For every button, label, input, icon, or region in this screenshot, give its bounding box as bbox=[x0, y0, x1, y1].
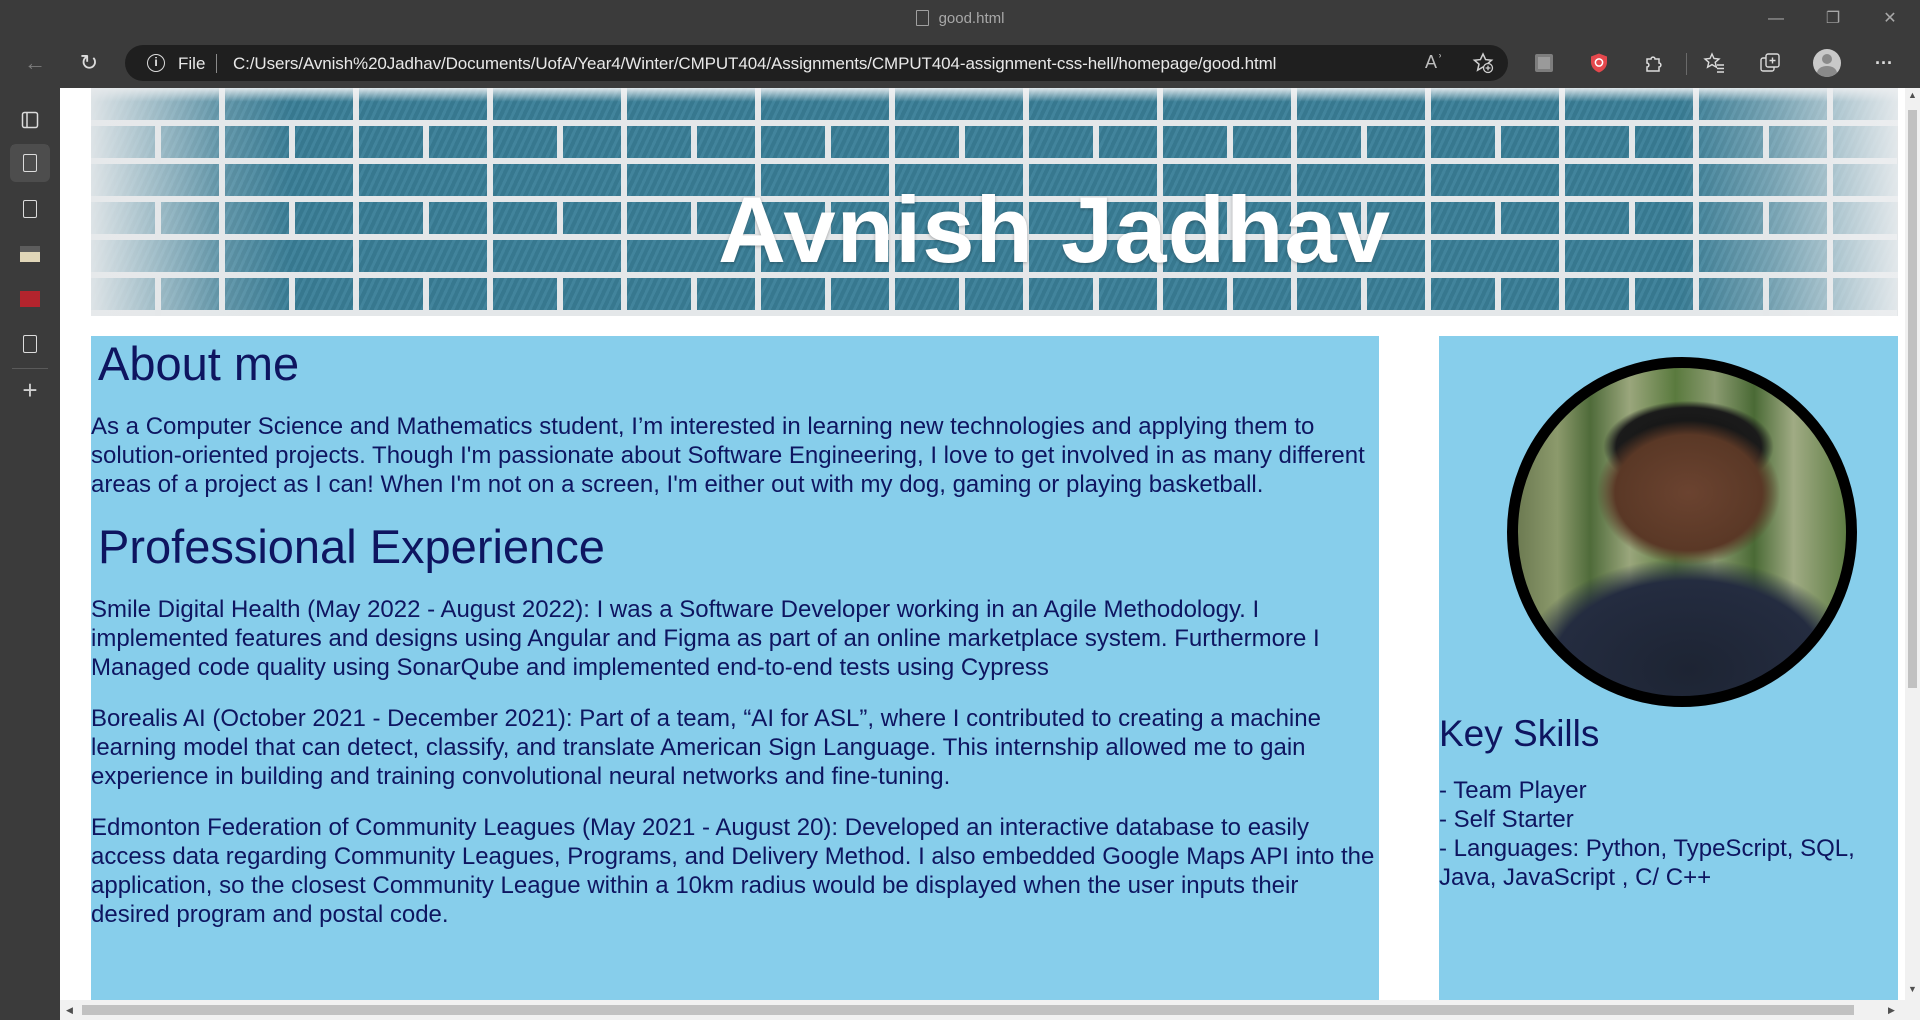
skill-item: - Languages: Python, TypeScript, SQL, Ja… bbox=[1439, 835, 1855, 891]
sidebar-tab[interactable] bbox=[10, 280, 50, 318]
profile-avatar-icon[interactable] bbox=[1813, 49, 1841, 77]
sidebar-tab[interactable] bbox=[10, 190, 50, 228]
app-tab-icon bbox=[20, 246, 40, 262]
page-viewport: Avnish Jadhav About me As a Computer Sci… bbox=[60, 88, 1905, 1000]
brick-texture bbox=[91, 126, 1898, 164]
restore-button[interactable]: ❐ bbox=[1805, 0, 1861, 38]
info-icon[interactable]: i bbox=[147, 54, 165, 72]
scroll-left-icon[interactable]: ◀ bbox=[66, 1005, 73, 1016]
plus-icon: + bbox=[22, 375, 38, 405]
sidebar-tab[interactable] bbox=[10, 325, 50, 363]
puzzle-extensions-icon[interactable] bbox=[1643, 52, 1665, 74]
page-title: Avnish Jadhav bbox=[718, 177, 1391, 282]
skill-item: - Self Starter bbox=[1439, 806, 1574, 833]
collections-icon[interactable] bbox=[1759, 52, 1781, 74]
experience-item: Edmonton Federation of Community Leagues… bbox=[91, 814, 1375, 928]
sidebar-divider bbox=[12, 368, 48, 369]
window-title: good.html bbox=[0, 10, 1920, 27]
experience-heading: Professional Experience bbox=[98, 520, 605, 573]
horizontal-scrollbar[interactable]: ◀ ▶ bbox=[60, 1000, 1920, 1020]
vertical-tabs-sidebar: + bbox=[0, 88, 60, 1020]
skill-item: - Team Player bbox=[1439, 777, 1587, 804]
skills-list: - Team Player - Self Starter - Languages… bbox=[1439, 776, 1898, 892]
brick-header: Avnish Jadhav bbox=[91, 88, 1898, 316]
scroll-down-icon[interactable]: ▼ bbox=[1908, 984, 1917, 994]
title-bar: good.html — ❐ ✕ bbox=[0, 0, 1920, 38]
sidebar-tab[interactable] bbox=[10, 235, 50, 273]
side-panel: Key Skills - Team Player - Self Starter … bbox=[1439, 336, 1898, 1000]
vertical-scroll-thumb[interactable] bbox=[1908, 110, 1917, 688]
app-tab-icon bbox=[20, 291, 40, 307]
experience-item: Borealis AI (October 2021 - December 202… bbox=[91, 705, 1321, 790]
address-bar[interactable]: i File C:/Users/Avnish%20Jadhav/Document… bbox=[125, 45, 1508, 81]
browser-toolbar: ← ↻ i File C:/Users/Avnish%20Jadhav/Docu… bbox=[0, 38, 1920, 88]
back-button[interactable]: ← bbox=[15, 44, 55, 82]
page-tab-icon bbox=[23, 154, 37, 172]
extension-box-icon[interactable] bbox=[1533, 52, 1555, 74]
file-icon bbox=[915, 10, 929, 26]
scheme-label: File bbox=[178, 54, 206, 73]
tab-actions-button[interactable] bbox=[10, 101, 50, 139]
close-button[interactable]: ✕ bbox=[1862, 0, 1918, 38]
shield-extension-icon[interactable] bbox=[1588, 52, 1610, 74]
skills-heading: Key Skills bbox=[1439, 713, 1600, 754]
about-heading: About me bbox=[98, 337, 300, 390]
vertical-scrollbar[interactable]: ▲ ▼ bbox=[1905, 88, 1920, 1000]
about-text: As a Computer Science and Mathematics st… bbox=[91, 413, 1365, 498]
tab-actions-icon bbox=[21, 111, 39, 129]
page-tab-icon bbox=[23, 335, 37, 353]
more-options-icon[interactable]: ··· bbox=[1864, 44, 1904, 82]
tab-title: good.html bbox=[938, 10, 1005, 27]
toolbar-divider bbox=[1686, 53, 1687, 75]
url-text[interactable]: C:/Users/Avnish%20Jadhav/Documents/UofA/… bbox=[233, 54, 1276, 74]
scroll-up-icon[interactable]: ▲ bbox=[1908, 90, 1917, 100]
horizontal-scroll-thumb[interactable] bbox=[82, 1005, 1854, 1015]
minimize-button[interactable]: — bbox=[1748, 0, 1804, 38]
scroll-right-icon[interactable]: ▶ bbox=[1888, 1005, 1895, 1016]
page-tab-icon bbox=[23, 200, 37, 218]
add-favorite-icon[interactable] bbox=[1472, 52, 1494, 74]
profile-photo bbox=[1507, 357, 1857, 707]
favorites-icon[interactable] bbox=[1703, 52, 1725, 74]
read-aloud-icon[interactable]: Aʾ bbox=[1425, 52, 1443, 73]
main-content: About me As a Computer Science and Mathe… bbox=[91, 336, 1379, 1000]
refresh-button[interactable]: ↻ bbox=[69, 44, 109, 82]
sidebar-tab-active[interactable] bbox=[10, 144, 50, 182]
experience-item: Smile Digital Health (May 2022 - August … bbox=[91, 596, 1320, 681]
address-separator bbox=[216, 54, 217, 73]
new-tab-button[interactable]: + bbox=[10, 372, 50, 410]
